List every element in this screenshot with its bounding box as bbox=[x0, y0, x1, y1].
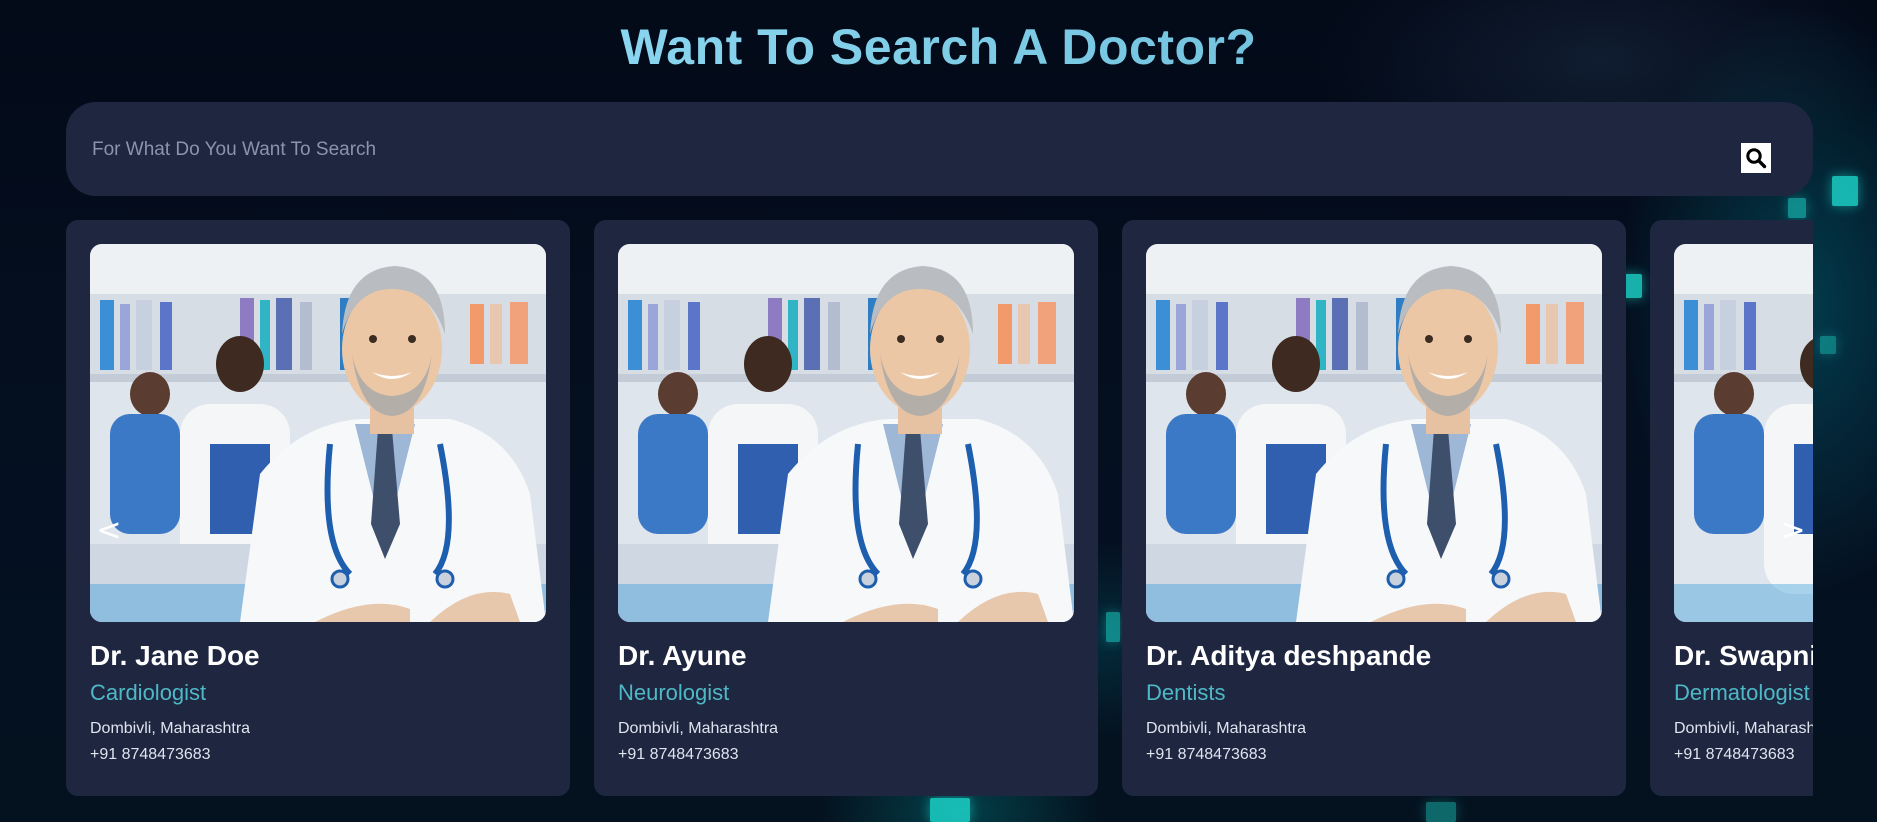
doctor-photo bbox=[90, 244, 546, 622]
search-input[interactable] bbox=[90, 132, 1694, 168]
doctor-phone: +91 8748473683 bbox=[618, 746, 739, 763]
doctor-photo bbox=[1146, 244, 1602, 622]
doctor-photo bbox=[1674, 244, 1813, 622]
doctor-name: Dr. Swapnil bbox=[1674, 640, 1813, 671]
doctor-phone: +91 8748473683 bbox=[1674, 746, 1795, 763]
doctor-location: Dombivli, Maharashtra bbox=[618, 720, 779, 737]
background-pixel bbox=[1426, 802, 1456, 822]
doctor-card[interactable]: Dr. Ayune Neurologist Dombivli, Maharash… bbox=[594, 220, 1098, 796]
doctor-specialty: Neurologist bbox=[618, 680, 730, 705]
doctor-name: Dr. Ayune bbox=[618, 640, 747, 671]
background-pixel bbox=[1820, 336, 1836, 354]
doctor-photo bbox=[618, 244, 1074, 622]
doctor-carousel: Dr. Jane Doe Cardiologist Dombivli, Maha… bbox=[66, 220, 1813, 796]
carousel-next-button[interactable]: > bbox=[1778, 505, 1808, 555]
doctor-name: Dr. Jane Doe bbox=[90, 640, 260, 671]
doctor-location: Dombivli, Maharashtra bbox=[1674, 720, 1813, 737]
search-button[interactable] bbox=[1741, 143, 1771, 173]
background-pixel bbox=[1832, 176, 1858, 206]
background-pixel bbox=[1788, 198, 1806, 218]
doctor-name: Dr. Aditya deshpande bbox=[1146, 640, 1432, 671]
doctor-specialty: Dentists bbox=[1146, 680, 1226, 705]
doctor-specialty: Cardiologist bbox=[90, 680, 207, 705]
doctor-phone: +91 8748473683 bbox=[1146, 746, 1267, 763]
search-icon bbox=[1746, 148, 1767, 169]
page-title: Want To Search A Doctor? bbox=[0, 18, 1877, 76]
doctor-location: Dombivli, Maharashtra bbox=[90, 720, 251, 737]
doctor-card[interactable]: Dr. Jane Doe Cardiologist Dombivli, Maha… bbox=[66, 220, 570, 796]
search-bar bbox=[66, 102, 1813, 196]
doctor-location: Dombivli, Maharashtra bbox=[1146, 720, 1307, 737]
carousel-prev-button[interactable]: < bbox=[94, 505, 124, 555]
doctor-phone: +91 8748473683 bbox=[90, 746, 211, 763]
background-pixel bbox=[930, 798, 970, 822]
doctor-card[interactable]: Dr. Aditya deshpande Dentists Dombivli, … bbox=[1122, 220, 1626, 796]
doctor-specialty: Dermatologist bbox=[1674, 680, 1810, 705]
